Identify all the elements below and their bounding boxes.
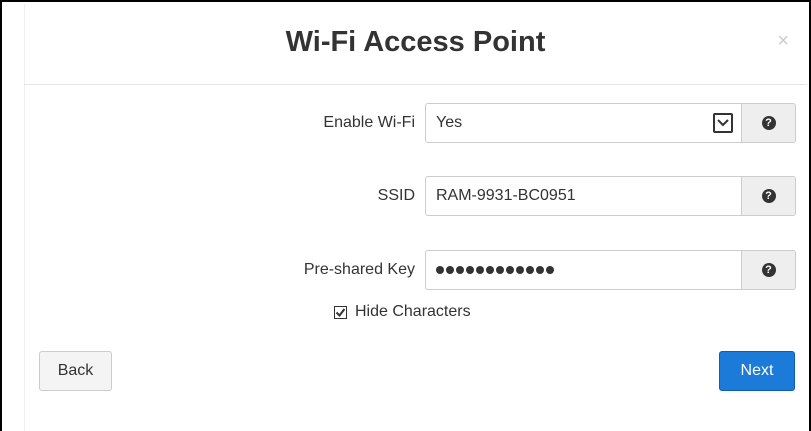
back-button[interactable]: Back [39,351,112,391]
enable-wifi-help-button[interactable]: ? [741,104,795,142]
password-dot [436,266,444,274]
psk-masked-value [436,251,554,289]
question-circle-icon: ? [761,263,776,277]
enable-wifi-select[interactable]: Yes ? [425,103,796,143]
hide-characters-toggle[interactable]: Hide Characters [334,302,471,322]
password-dot [456,266,464,274]
question-circle-icon: ? [761,116,776,130]
enable-wifi-row: Enable Wi-Fi [2,103,415,143]
hide-characters-checkbox[interactable] [334,305,347,319]
password-dot [536,266,544,274]
enable-wifi-label: Enable Wi-Fi [323,114,415,131]
close-icon[interactable]: × [777,31,789,51]
password-dot [496,266,504,274]
hide-characters-label: Hide Characters [355,303,471,320]
wifi-access-point-dialog: Wi-Fi Access Point × Enable Wi-Fi Yes ? … [0,0,811,431]
dialog-title: Wi-Fi Access Point [285,26,546,58]
ssid-help-button[interactable]: ? [741,177,795,215]
enable-wifi-value: Yes [436,114,463,131]
chevron-down-icon[interactable] [713,113,733,133]
dialog-header: Wi-Fi Access Point × [24,4,807,85]
next-button[interactable]: Next [719,351,795,391]
password-dot [506,266,514,274]
password-dot [466,266,474,274]
ssid-row: SSID [2,176,415,216]
password-dot [476,266,484,274]
ssid-value: RAM-9931-BC0951 [436,187,576,204]
password-dot [546,266,554,274]
ssid-input[interactable]: RAM-9931-BC0951 ? [425,176,796,216]
psk-label: Pre-shared Key [303,261,415,278]
password-dot [486,266,494,274]
question-circle-icon: ? [761,189,776,203]
psk-row: Pre-shared Key [2,250,415,290]
psk-input[interactable]: ? [425,250,796,290]
ssid-label: SSID [377,187,415,204]
password-dot [516,266,524,274]
password-dot [526,266,534,274]
psk-help-button[interactable]: ? [741,251,795,289]
password-dot [446,266,454,274]
